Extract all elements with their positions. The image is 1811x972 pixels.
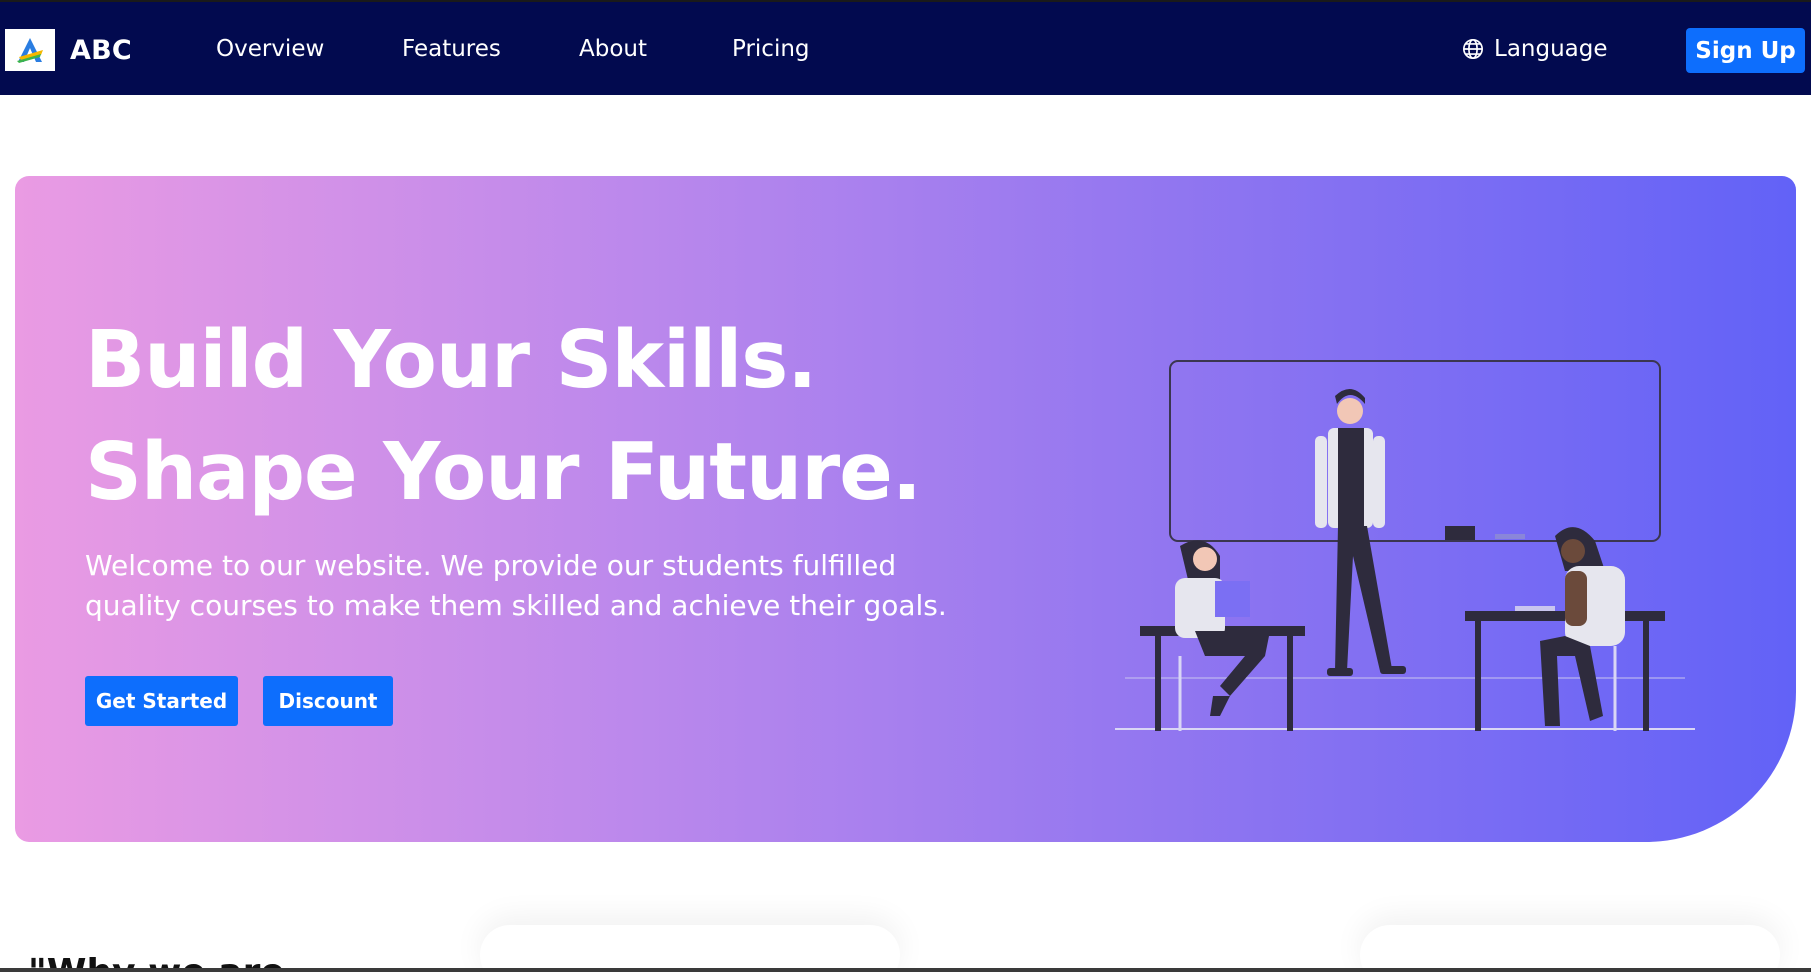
discount-button[interactable]: Discount xyxy=(263,676,393,726)
abc-logo-icon xyxy=(5,29,55,71)
nav-about[interactable]: About xyxy=(579,36,647,62)
hero-title: Build Your Skills. Shape Your Future. xyxy=(85,304,922,528)
language-selector[interactable]: Language xyxy=(1462,36,1608,62)
globe-icon xyxy=(1463,39,1483,59)
top-navbar: ABC Overview Features About Pricing Lang… xyxy=(0,0,1811,95)
classroom-illustration xyxy=(1115,360,1695,731)
hero-title-line-2: Shape Your Future. xyxy=(85,426,922,518)
hero-section: Build Your Skills. Shape Your Future. We… xyxy=(15,176,1796,842)
hero-subtitle: Welcome to our website. We provide our s… xyxy=(85,549,947,622)
language-label: Language xyxy=(1494,36,1608,62)
hero-title-line-1: Build Your Skills. xyxy=(85,314,817,406)
nav-overview[interactable]: Overview xyxy=(216,36,324,62)
feature-card-shadow xyxy=(480,925,900,972)
divider xyxy=(0,968,1811,972)
sign-up-button[interactable]: Sign Up xyxy=(1686,28,1805,73)
get-started-button[interactable]: Get Started xyxy=(85,676,238,726)
feature-card-shadow xyxy=(1360,925,1780,972)
nav-features[interactable]: Features xyxy=(402,36,501,62)
nav-pricing[interactable]: Pricing xyxy=(732,36,810,62)
brand[interactable]: ABC xyxy=(5,29,132,71)
brand-name: ABC xyxy=(70,34,132,66)
